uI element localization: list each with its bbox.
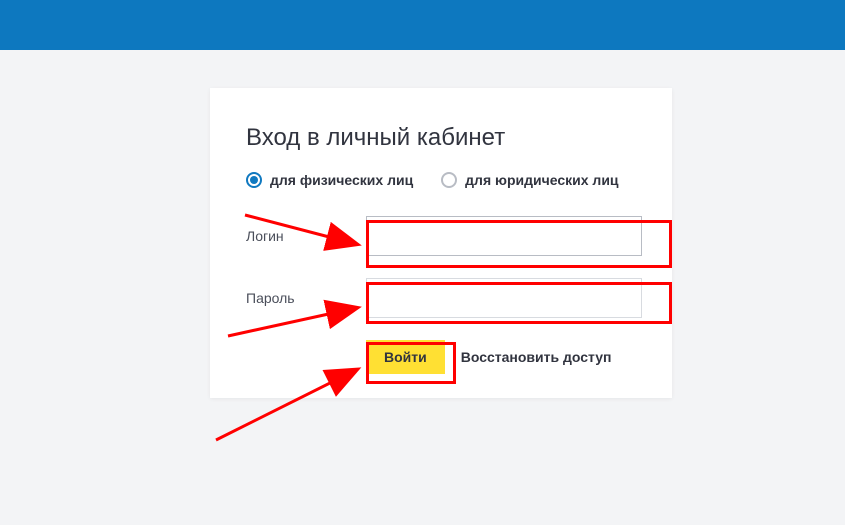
submit-button[interactable]: Войти	[366, 340, 445, 374]
recover-access-link[interactable]: Восстановить доступ	[461, 349, 612, 365]
login-row: Логин	[246, 216, 642, 256]
actions-row: Войти Восстановить доступ	[366, 340, 642, 374]
account-type-radios: для физических лиц для юридических лиц	[246, 172, 642, 188]
password-label: Пароль	[246, 290, 366, 306]
password-input[interactable]	[366, 278, 642, 318]
header-bar	[0, 0, 845, 50]
radio-legal[interactable]: для юридических лиц	[441, 172, 618, 188]
password-row: Пароль	[246, 278, 642, 318]
radio-individual[interactable]: для физических лиц	[246, 172, 413, 188]
login-input[interactable]	[366, 216, 642, 256]
radio-icon	[246, 172, 262, 188]
radio-legal-label: для юридических лиц	[465, 172, 618, 188]
radio-individual-label: для физических лиц	[270, 172, 413, 188]
login-card: Вход в личный кабинет для физических лиц…	[210, 88, 672, 398]
radio-icon	[441, 172, 457, 188]
page-title: Вход в личный кабинет	[246, 124, 642, 152]
login-label: Логин	[246, 228, 366, 244]
